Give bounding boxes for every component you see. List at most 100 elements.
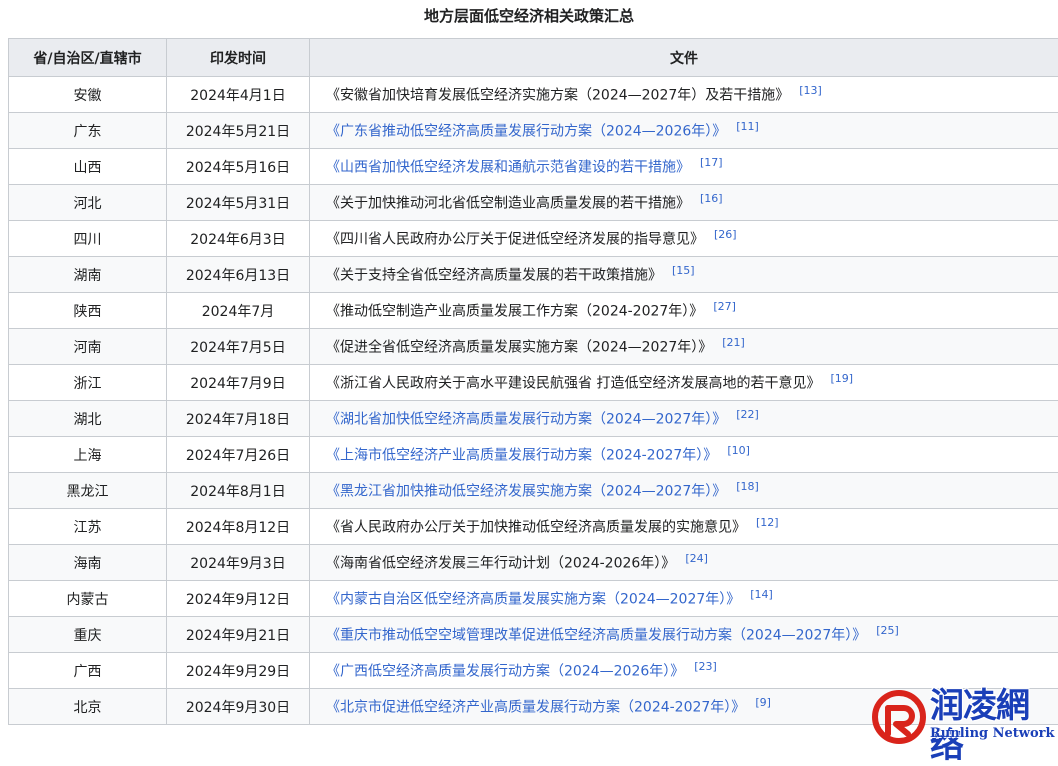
- table-row: 山西2024年5月16日《山西省加快低空经济发展和通航示范省建设的若干措施》[1…: [9, 149, 1058, 185]
- document-link[interactable]: 《重庆市推动低空空域管理改革促进低空经济高质量发展行动方案（2024—2027年…: [326, 628, 866, 644]
- column-header-province[interactable]: 省/自治区/直辖市: [9, 39, 167, 77]
- document-link[interactable]: 《山西省加快低空经济发展和通航示范省建设的若干措施》: [326, 160, 690, 176]
- reference-link[interactable]: [16]: [700, 192, 723, 205]
- watermark-subtitle: Runling Network: [930, 726, 1055, 741]
- table-row: 河南2024年7月5日《促进全省低空经济高质量发展实施方案（2024—2027年…: [9, 329, 1058, 365]
- cell-document: 《关于支持全省低空经济高质量发展的若干政策措施》 [15]: [310, 257, 1058, 293]
- cell-document: 《促进全省低空经济高质量发展实施方案（2024—2027年）》 [21]: [310, 329, 1058, 365]
- cell-province: 湖南: [9, 257, 167, 293]
- table-row: 内蒙古2024年9月12日《内蒙古自治区低空经济高质量发展实施方案（2024—2…: [9, 581, 1058, 617]
- table-row: 湖北2024年7月18日《湖北省加快低空经济高质量发展行动方案（2024—202…: [9, 401, 1058, 437]
- table-row: 重庆2024年9月21日《重庆市推动低空空域管理改革促进低空经济高质量发展行动方…: [9, 617, 1058, 653]
- cell-date: 2024年8月12日: [167, 509, 310, 545]
- document-title: 《省人民政府办公厅关于加快推动低空经济高质量发展的实施意见》: [326, 520, 746, 536]
- table-row: 黑龙江2024年8月1日《黑龙江省加快推动低空经济发展实施方案（2024—202…: [9, 473, 1058, 509]
- cell-date: 2024年8月1日: [167, 473, 310, 509]
- reference-link[interactable]: [9]: [755, 696, 771, 709]
- reference-link[interactable]: [17]: [700, 156, 723, 169]
- document-title: 《推动低空制造产业高质量发展工作方案（2024-2027年）》: [326, 304, 703, 320]
- table-row: 四川2024年6月3日《四川省人民政府办公厅关于促进低空经济发展的指导意见》 [2…: [9, 221, 1058, 257]
- cell-document: 《山西省加快低空经济发展和通航示范省建设的若干措施》 [17]: [310, 149, 1058, 185]
- document-link[interactable]: 《湖北省加快低空经济高质量发展行动方案（2024—2027年）》: [326, 412, 726, 428]
- cell-document: 《内蒙古自治区低空经济高质量发展实施方案（2024—2027年）》 [14]: [310, 581, 1058, 617]
- column-header-date[interactable]: 印发时间: [167, 39, 310, 77]
- reference-link[interactable]: [27]: [713, 300, 736, 313]
- cell-province: 上海: [9, 437, 167, 473]
- cell-province: 河北: [9, 185, 167, 221]
- cell-province: 广东: [9, 113, 167, 149]
- document-link[interactable]: 《黑龙江省加快推动低空经济发展实施方案（2024—2027年）》: [326, 484, 726, 500]
- cell-document: 《广东省推动低空经济高质量发展行动方案（2024—2026年）》 [11]: [310, 113, 1058, 149]
- cell-document: 《安徽省加快培育发展低空经济实施方案（2024—2027年）及若干措施》 [13]: [310, 77, 1058, 113]
- watermark-logo: 润凌網络 Runling Network: [872, 686, 1058, 752]
- document-title: 《浙江省人民政府关于高水平建设民航强省 打造低空经济发展高地的若干意见》: [326, 376, 820, 392]
- table-row: 海南2024年9月3日《海南省低空经济发展三年行动计划（2024-2026年）》…: [9, 545, 1058, 581]
- reference-link[interactable]: [22]: [736, 408, 759, 421]
- cell-province: 陕西: [9, 293, 167, 329]
- cell-date: 2024年7月5日: [167, 329, 310, 365]
- cell-date: 2024年7月26日: [167, 437, 310, 473]
- reference-link[interactable]: [19]: [830, 372, 853, 385]
- table-row: 上海2024年7月26日《上海市低空经济产业高质量发展行动方案（2024-202…: [9, 437, 1058, 473]
- cell-date: 2024年6月3日: [167, 221, 310, 257]
- reference-link[interactable]: [25]: [876, 624, 899, 637]
- reference-link[interactable]: [13]: [799, 84, 822, 97]
- reference-link[interactable]: [12]: [756, 516, 779, 529]
- document-title: 《关于支持全省低空经济高质量发展的若干政策措施》: [326, 268, 662, 284]
- reference-link[interactable]: [23]: [694, 660, 717, 673]
- policy-table: 省/自治区/直辖市 印发时间 文件 安徽2024年4月1日《安徽省加快培育发展低…: [8, 38, 1058, 725]
- table-row: 江苏2024年8月12日《省人民政府办公厅关于加快推动低空经济高质量发展的实施意…: [9, 509, 1058, 545]
- reference-link[interactable]: [18]: [736, 480, 759, 493]
- table-body: 安徽2024年4月1日《安徽省加快培育发展低空经济实施方案（2024—2027年…: [9, 77, 1058, 725]
- reference-link[interactable]: [21]: [722, 336, 745, 349]
- cell-document: 《推动低空制造产业高质量发展工作方案（2024-2027年）》 [27]: [310, 293, 1058, 329]
- table-row: 陕西2024年7月《推动低空制造产业高质量发展工作方案（2024-2027年）》…: [9, 293, 1058, 329]
- cell-province: 江苏: [9, 509, 167, 545]
- table-row: 安徽2024年4月1日《安徽省加快培育发展低空经济实施方案（2024—2027年…: [9, 77, 1058, 113]
- document-link[interactable]: 《广东省推动低空经济高质量发展行动方案（2024—2026年）》: [326, 124, 726, 140]
- table-row: 浙江2024年7月9日《浙江省人民政府关于高水平建设民航强省 打造低空经济发展高…: [9, 365, 1058, 401]
- cell-document: 《重庆市推动低空空域管理改革促进低空经济高质量发展行动方案（2024—2027年…: [310, 617, 1058, 653]
- cell-date: 2024年4月1日: [167, 77, 310, 113]
- cell-province: 安徽: [9, 77, 167, 113]
- reference-link[interactable]: [11]: [736, 120, 759, 133]
- cell-province: 内蒙古: [9, 581, 167, 617]
- cell-document: 《四川省人民政府办公厅关于促进低空经济发展的指导意见》 [26]: [310, 221, 1058, 257]
- cell-document: 《浙江省人民政府关于高水平建设民航强省 打造低空经济发展高地的若干意见》 [19]: [310, 365, 1058, 401]
- reference-link[interactable]: [24]: [685, 552, 708, 565]
- column-header-document[interactable]: 文件: [310, 39, 1058, 77]
- table-caption: 地方层面低空经济相关政策汇总: [0, 0, 1058, 32]
- cell-document: 《黑龙江省加快推动低空经济发展实施方案（2024—2027年）》 [18]: [310, 473, 1058, 509]
- cell-province: 四川: [9, 221, 167, 257]
- cell-document: 《广西低空经济高质量发展行动方案（2024—2026年）》 [23]: [310, 653, 1058, 689]
- document-link[interactable]: 《广西低空经济高质量发展行动方案（2024—2026年）》: [326, 664, 684, 680]
- table-row: 广西2024年9月29日《广西低空经济高质量发展行动方案（2024—2026年）…: [9, 653, 1058, 689]
- document-link[interactable]: 《北京市促进低空经济产业高质量发展行动方案（2024-2027年）》: [326, 700, 745, 716]
- reference-link[interactable]: [26]: [714, 228, 737, 241]
- document-link[interactable]: 《上海市低空经济产业高质量发展行动方案（2024-2027年）》: [326, 448, 717, 464]
- cell-province: 广西: [9, 653, 167, 689]
- document-title: 《促进全省低空经济高质量发展实施方案（2024—2027年）》: [326, 340, 712, 356]
- document-title: 《安徽省加快培育发展低空经济实施方案（2024—2027年）及若干措施》: [326, 88, 789, 104]
- cell-document: 《湖北省加快低空经济高质量发展行动方案（2024—2027年）》 [22]: [310, 401, 1058, 437]
- cell-date: 2024年5月21日: [167, 113, 310, 149]
- cell-date: 2024年9月30日: [167, 689, 310, 725]
- reference-link[interactable]: [10]: [727, 444, 750, 457]
- document-link[interactable]: 《内蒙古自治区低空经济高质量发展实施方案（2024—2027年）》: [326, 592, 740, 608]
- table-row: 湖南2024年6月13日《关于支持全省低空经济高质量发展的若干政策措施》[15]: [9, 257, 1058, 293]
- cell-province: 山西: [9, 149, 167, 185]
- table-row: 广东2024年5月21日《广东省推动低空经济高质量发展行动方案（2024—202…: [9, 113, 1058, 149]
- reference-link[interactable]: [15]: [672, 264, 695, 277]
- document-title: 《关于加快推动河北省低空制造业高质量发展的若干措施》: [326, 196, 690, 212]
- table-row: 河北2024年5月31日《关于加快推动河北省低空制造业高质量发展的若干措施》 [1…: [9, 185, 1058, 221]
- cell-document: 《上海市低空经济产业高质量发展行动方案（2024-2027年）》 [10]: [310, 437, 1058, 473]
- cell-document: 《省人民政府办公厅关于加快推动低空经济高质量发展的实施意见》 [12]: [310, 509, 1058, 545]
- reference-link[interactable]: [14]: [750, 588, 773, 601]
- cell-date: 2024年7月: [167, 293, 310, 329]
- document-title: 《四川省人民政府办公厅关于促进低空经济发展的指导意见》: [326, 232, 704, 248]
- cell-province: 北京: [9, 689, 167, 725]
- cell-date: 2024年5月31日: [167, 185, 310, 221]
- document-title: 《海南省低空经济发展三年行动计划（2024-2026年）》: [326, 556, 675, 572]
- cell-date: 2024年9月29日: [167, 653, 310, 689]
- cell-date: 2024年9月12日: [167, 581, 310, 617]
